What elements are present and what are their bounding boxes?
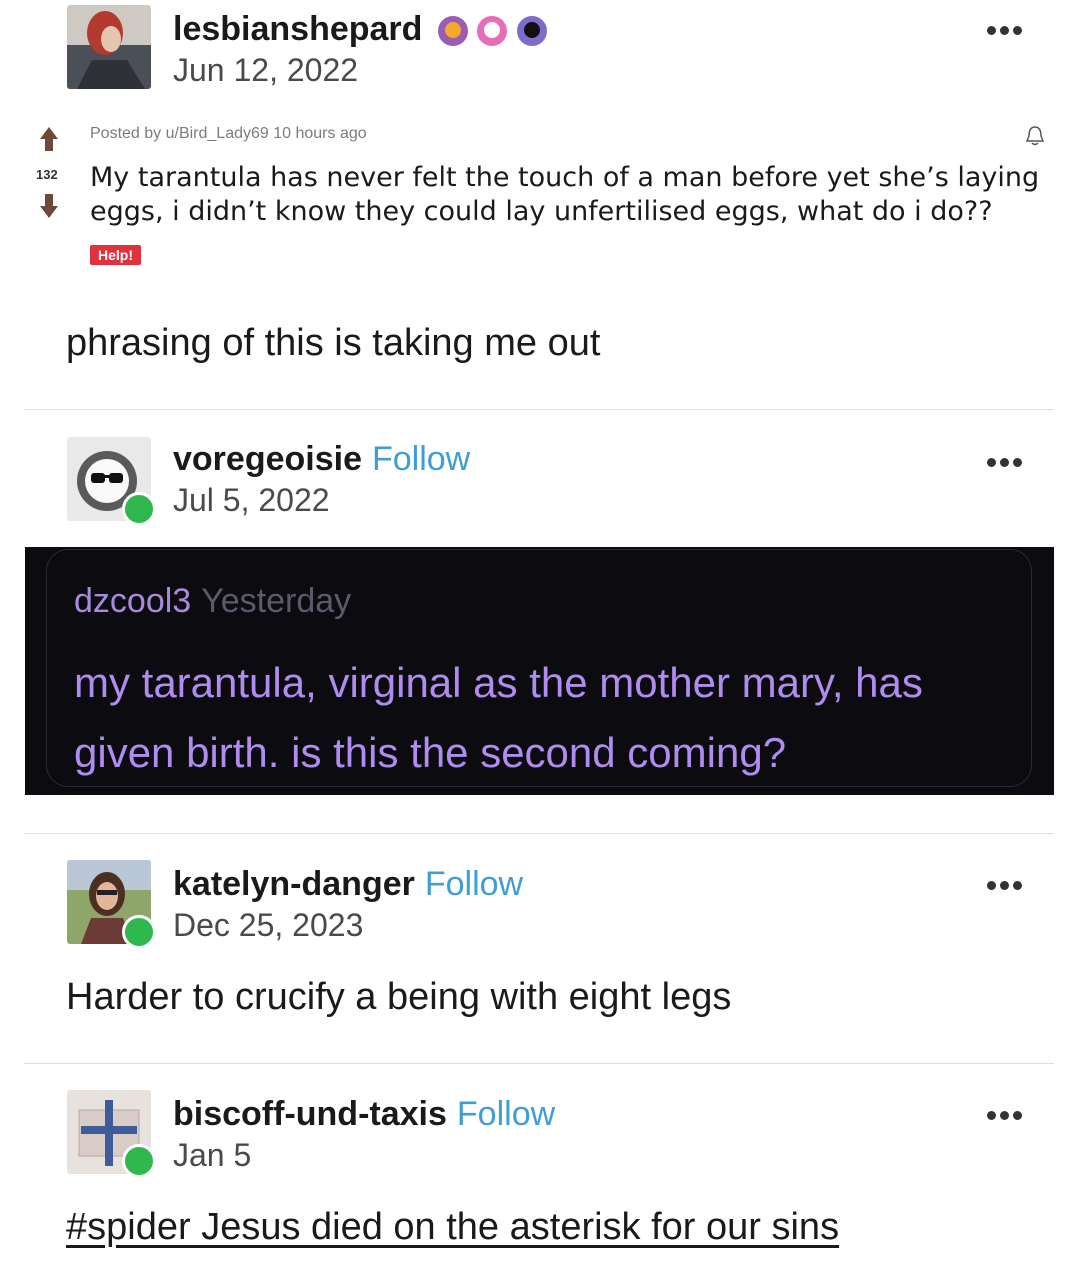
username[interactable]: voregeoisie Follow [173,440,470,479]
badge-icon [516,16,547,47]
flair-badge: Help! [90,245,141,265]
username[interactable]: lesbianshepard [173,10,547,49]
more-options-button[interactable] [983,22,1022,40]
post-header-lesbianshepard: lesbianshepard Jun 12, 2022 [0,0,1080,95]
post-date: Jun 12, 2022 [173,52,359,88]
reblog-icon [122,1144,156,1178]
follow-button[interactable]: Follow [372,440,470,478]
badge-icon [437,16,468,47]
vote-count: 132 [36,167,58,182]
reblog-icon [122,915,156,949]
divider [24,1063,1054,1064]
divider [24,833,1054,834]
follow-button[interactable]: Follow [457,1095,555,1133]
follow-button[interactable]: Follow [425,865,523,903]
more-options-button[interactable] [983,877,1022,895]
reblog-icon [122,492,156,526]
comment-card: dzcool3 Yesterday my tarantula, virginal … [46,549,1032,787]
downvote-icon [40,194,58,218]
reddit-screenshot: 132 Posted by u/Bird_Lady69 10 hours ago… [0,95,1080,295]
comment-screenshot: dzcool3 Yesterday my tarantula, virginal … [25,547,1054,795]
comment-author: dzcool3 Yesterday [74,582,352,620]
avatar[interactable] [67,5,151,89]
post-date: Dec 25, 2023 [173,907,364,943]
post-tag[interactable]: #spider Jesus died on the asterisk for o… [66,1206,839,1249]
post-title[interactable]: My tarantula has never felt the touch of… [90,161,1050,229]
badge-icon [477,16,508,47]
post-header-biscoff-und-taxis: biscoff-und-taxis Follow Jan 5 [0,1087,1080,1182]
post-header-katelyn-danger: katelyn-danger Follow Dec 25, 2023 [0,857,1080,952]
upvote-icon [40,127,58,151]
comment-timestamp: Yesterday [201,582,352,620]
post-date: Jan 5 [173,1137,252,1173]
more-options-button[interactable] [983,454,1022,472]
divider [24,409,1054,410]
post-header-voregeoisie: voregeoisie Follow Jul 5, 2022 [0,432,1080,527]
username[interactable]: biscoff-und-taxis Follow [173,1095,555,1134]
post-body: phrasing of this is taking me out [66,322,601,364]
bell-icon[interactable] [1024,125,1046,147]
comment-text: my tarantula, virginal as the mother mar… [74,659,923,776]
post-body: Harder to crucify a being with eight leg… [66,976,732,1018]
more-options-button[interactable] [983,1107,1022,1125]
post-meta: Posted by u/Bird_Lady69 10 hours ago [90,125,367,142]
post-date: Jul 5, 2022 [173,482,330,518]
username[interactable]: katelyn-danger Follow [173,865,523,904]
